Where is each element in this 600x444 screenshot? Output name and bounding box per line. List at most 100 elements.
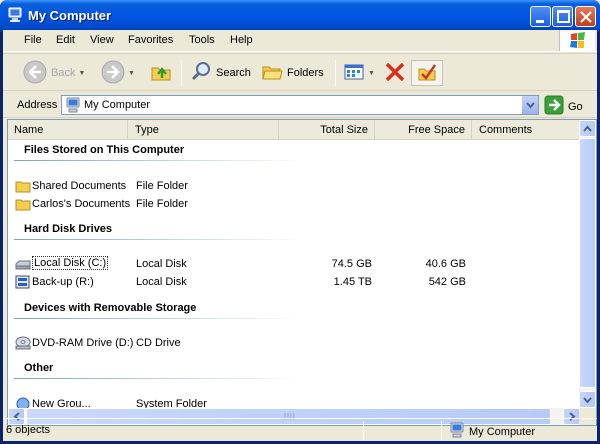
vertical-scroll-thumb[interactable] bbox=[579, 138, 596, 388]
address-dropdown-button[interactable] bbox=[521, 96, 538, 114]
window-frame: File Edit View Favorites Tools Help Back… bbox=[3, 30, 597, 441]
item-type: Local Disk bbox=[136, 276, 187, 288]
search-icon bbox=[190, 61, 212, 86]
status-location-label: My Computer bbox=[469, 425, 536, 438]
my-computer-icon bbox=[449, 422, 465, 441]
go-button[interactable]: Go bbox=[544, 95, 583, 118]
folders-icon bbox=[261, 61, 283, 86]
group-divider bbox=[14, 318, 304, 319]
item-total-size: 1.45 TB bbox=[333, 276, 372, 288]
column-header: Name Type Total Size Free Space Comments bbox=[8, 120, 580, 140]
item-type: CD Drive bbox=[136, 337, 181, 349]
object-count: 6 objects bbox=[6, 424, 51, 436]
menu-bar: File Edit View Favorites Tools Help bbox=[3, 30, 597, 52]
properties-button[interactable] bbox=[411, 60, 443, 86]
forward-arrow-icon bbox=[101, 60, 125, 87]
file-list-view[interactable]: Name Type Total Size Free Space Comments… bbox=[7, 119, 597, 426]
my-computer-icon bbox=[7, 7, 23, 23]
minimize-button[interactable] bbox=[530, 6, 551, 27]
list-item[interactable]: Local Disk (C:) Local Disk 74.5 GB 40.6 … bbox=[8, 256, 580, 273]
group-divider bbox=[14, 160, 304, 161]
menu-file[interactable]: File bbox=[24, 34, 42, 46]
toolbar-separator bbox=[335, 60, 336, 86]
group-divider bbox=[14, 378, 304, 379]
go-label: Go bbox=[568, 100, 583, 113]
item-name: Local Disk (C:) bbox=[32, 256, 109, 270]
col-total-size[interactable]: Total Size bbox=[280, 120, 375, 140]
toolbar-separator bbox=[181, 60, 182, 86]
forward-dropdown-icon[interactable]: ▼ bbox=[128, 70, 135, 77]
views-button[interactable]: ▼ bbox=[343, 60, 375, 86]
status-bar: 6 objects My Computer bbox=[3, 418, 597, 441]
status-divider bbox=[441, 421, 442, 440]
my-computer-icon bbox=[65, 97, 81, 116]
network-drive-icon bbox=[15, 275, 31, 289]
close-button[interactable] bbox=[575, 6, 596, 27]
back-dropdown-icon[interactable]: ▼ bbox=[78, 70, 85, 77]
address-field[interactable]: My Computer bbox=[61, 95, 539, 115]
delete-button[interactable] bbox=[383, 60, 407, 86]
col-comments[interactable]: Comments bbox=[473, 120, 580, 140]
up-folder-icon bbox=[149, 60, 173, 87]
search-label: Search bbox=[216, 67, 251, 79]
folders-button[interactable]: Folders bbox=[261, 60, 324, 86]
address-bar: Address My Computer Go bbox=[3, 92, 597, 118]
menu-favorites[interactable]: Favorites bbox=[128, 34, 173, 46]
item-type: Local Disk bbox=[136, 258, 187, 270]
item-type: File Folder bbox=[136, 180, 188, 192]
group-title: Hard Disk Drives bbox=[24, 223, 113, 235]
list-item[interactable]: Carlos's Documents File Folder bbox=[8, 196, 580, 213]
list-item[interactable]: Shared Documents File Folder bbox=[8, 178, 580, 195]
item-name: Shared Documents bbox=[32, 180, 127, 192]
explorer-window: My Computer File Edit View Favorites Too… bbox=[0, 0, 600, 444]
item-free-space: 542 GB bbox=[428, 276, 466, 288]
menu-tools[interactable]: Tools bbox=[189, 34, 215, 46]
item-name: Carlos's Documents bbox=[32, 198, 131, 210]
status-location: My Computer bbox=[449, 422, 535, 441]
title-bar[interactable]: My Computer bbox=[0, 0, 600, 32]
col-free-space[interactable]: Free Space bbox=[376, 120, 472, 140]
menu-help[interactable]: Help bbox=[230, 34, 253, 46]
address-label: Address bbox=[17, 99, 58, 111]
address-value: My Computer bbox=[84, 99, 151, 111]
back-arrow-icon bbox=[23, 60, 47, 87]
group-title: Files Stored on This Computer bbox=[24, 144, 185, 156]
list-item[interactable]: Back-up (R:) Local Disk 1.45 TB 542 GB bbox=[8, 274, 580, 291]
menu-edit[interactable]: Edit bbox=[56, 34, 75, 46]
folders-label: Folders bbox=[287, 67, 324, 79]
properties-checklist-icon bbox=[416, 61, 438, 86]
maximize-button[interactable] bbox=[552, 6, 573, 27]
window-title: My Computer bbox=[28, 8, 112, 23]
item-name: Back-up (R:) bbox=[32, 276, 94, 288]
status-divider bbox=[363, 421, 364, 440]
folder-icon bbox=[15, 197, 31, 211]
dvd-drive-icon bbox=[15, 336, 31, 350]
go-arrow-icon bbox=[544, 95, 564, 118]
group-divider bbox=[14, 239, 304, 240]
up-folder-button[interactable] bbox=[149, 60, 173, 86]
item-type: File Folder bbox=[136, 198, 188, 210]
col-name[interactable]: Name bbox=[8, 120, 128, 140]
group-title: Other bbox=[24, 362, 54, 374]
views-icon bbox=[343, 61, 365, 86]
toolbar: Back ▼ ▼ Search Folders ▼ bbox=[3, 53, 597, 91]
list-item[interactable]: DVD-RAM Drive (D:) CD Drive bbox=[8, 335, 580, 352]
search-button[interactable]: Search bbox=[190, 60, 251, 86]
folder-icon bbox=[15, 179, 31, 193]
back-label: Back bbox=[51, 67, 76, 79]
back-button[interactable]: Back ▼ bbox=[23, 60, 85, 86]
scroll-down-button[interactable] bbox=[579, 391, 596, 408]
forward-button[interactable]: ▼ bbox=[101, 60, 135, 86]
windows-logo-icon bbox=[559, 30, 595, 51]
vertical-scrollbar[interactable] bbox=[579, 120, 596, 408]
item-free-space: 40.6 GB bbox=[425, 258, 466, 270]
hard-drive-icon bbox=[15, 257, 31, 271]
views-dropdown-icon[interactable]: ▼ bbox=[368, 70, 375, 77]
scroll-up-button[interactable] bbox=[579, 120, 596, 137]
item-total-size: 74.5 GB bbox=[331, 258, 372, 270]
col-type[interactable]: Type bbox=[129, 120, 279, 140]
item-name: DVD-RAM Drive (D:) bbox=[32, 337, 134, 349]
menu-view[interactable]: View bbox=[90, 34, 114, 46]
delete-x-icon bbox=[383, 60, 407, 87]
group-title: Devices with Removable Storage bbox=[24, 302, 197, 314]
